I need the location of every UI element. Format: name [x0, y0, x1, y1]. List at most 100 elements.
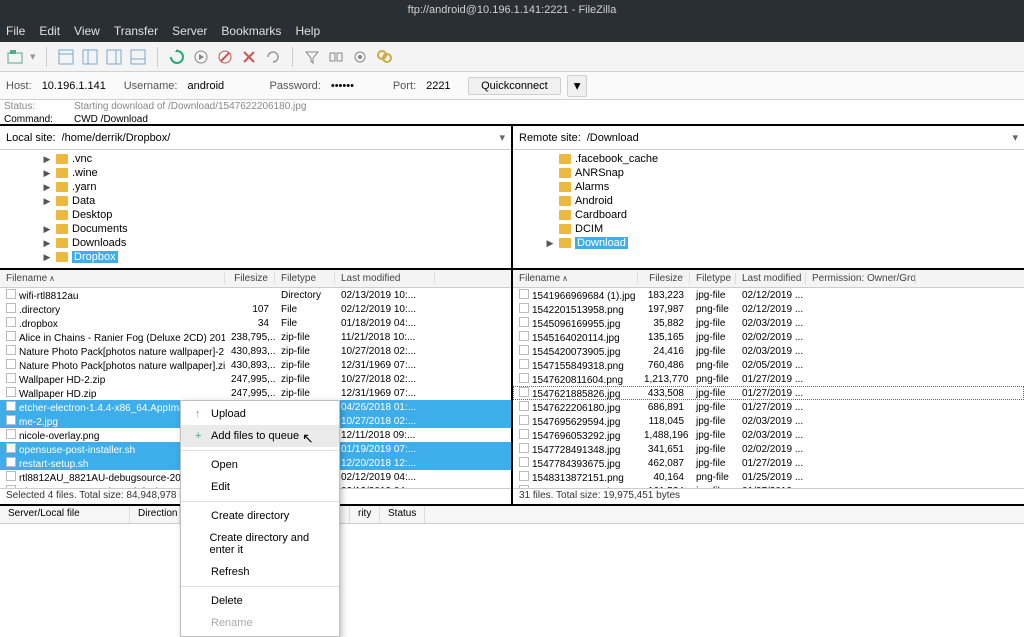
file-icon	[6, 317, 16, 327]
message-log[interactable]: Status:Starting download of /Download/15…	[0, 100, 1024, 126]
expand-arrow-icon[interactable]: ▶	[42, 154, 52, 165]
context-menu: ↑Upload+Add files to queue OpenEdit Create…	[180, 400, 340, 637]
quickconnect-history-dropdown[interactable]: ▾	[567, 75, 588, 97]
search-icon[interactable]	[375, 48, 393, 66]
context-menu-item[interactable]: Refresh	[181, 561, 339, 583]
local-tree[interactable]: ▶.vnc▶.wine▶.yarn▶DataDesktop▶Documents▶…	[0, 150, 511, 270]
file-row[interactable]: Wallpaper HD-2.zip247,995,...zip-file10/…	[0, 372, 511, 386]
file-row[interactable]: 1547621885826.jpg433,508jpg-file01/27/20…	[513, 386, 1024, 400]
context-menu-item[interactable]: +Add files to queue	[181, 425, 339, 447]
remote-file-list[interactable]: Filename∧ Filesize Filetype Last modifie…	[513, 270, 1024, 488]
expand-arrow-icon[interactable]: ▶	[42, 182, 52, 193]
toggle-remote-tree-icon[interactable]	[105, 48, 123, 66]
local-file-header[interactable]: Filename∧ Filesize Filetype Last modifie…	[0, 270, 511, 288]
sync-browse-icon[interactable]	[351, 48, 369, 66]
file-row[interactable]: 1547728491348.jpg341,651jpg-file02/02/20…	[513, 442, 1024, 456]
refresh-icon[interactable]	[168, 48, 186, 66]
remote-tree[interactable]: .facebook_cacheANRSnapAlarmsAndroidCardb…	[513, 150, 1024, 270]
context-menu-item[interactable]: Delete	[181, 590, 339, 612]
tree-item[interactable]: Alarms	[513, 180, 1024, 194]
file-row[interactable]: 1545096169955.jpg35,882jpg-file02/03/201…	[513, 316, 1024, 330]
file-row[interactable]: 1547695629594.jpg118,045jpg-file02/03/20…	[513, 414, 1024, 428]
file-row[interactable]: Nature Photo Pack[photos nature wallpape…	[0, 344, 511, 358]
file-row[interactable]: 1542201513958.png197,987png-file02/12/20…	[513, 302, 1024, 316]
file-row[interactable]: Alice in Chains - Ranier Fog (Deluxe 2CD…	[0, 330, 511, 344]
file-row[interactable]: 1547622206180.jpg686,891jpg-file01/27/20…	[513, 400, 1024, 414]
compare-icon[interactable]	[327, 48, 345, 66]
menu-edit[interactable]: Edit	[39, 24, 60, 38]
file-row[interactable]: 1545420073905.jpg24,416jpg-file02/03/201…	[513, 344, 1024, 358]
tree-item[interactable]: ▶Dropbox	[0, 250, 511, 264]
tree-item[interactable]: .facebook_cache	[513, 152, 1024, 166]
file-icon	[519, 387, 529, 397]
remote-path-dropdown-icon[interactable]: ▾	[1012, 131, 1018, 144]
toggle-local-tree-icon[interactable]	[81, 48, 99, 66]
tree-item[interactable]: ▶.wine	[0, 166, 511, 180]
site-manager-icon[interactable]	[6, 48, 24, 66]
folder-icon	[559, 168, 571, 178]
expand-arrow-icon[interactable]: ▶	[42, 196, 52, 207]
expand-arrow-icon[interactable]: ▶	[42, 238, 52, 249]
menu-server[interactable]: Server	[172, 24, 207, 38]
file-row[interactable]: wifi-rtl8812auDirectory02/13/2019 10:...	[0, 288, 511, 302]
filter-icon[interactable]	[303, 48, 321, 66]
reconnect-icon[interactable]	[264, 48, 282, 66]
tree-item[interactable]: Android	[513, 194, 1024, 208]
transfer-queue-header[interactable]: Server/Local file Direction Remot... rit…	[0, 506, 1024, 524]
context-menu-item[interactable]: Edit	[181, 476, 339, 498]
expand-arrow-icon[interactable]: ▶	[545, 238, 555, 249]
host-input[interactable]	[38, 78, 118, 94]
tree-item[interactable]: Cardboard	[513, 208, 1024, 222]
file-row[interactable]: Nature Photo Pack[photos nature wallpape…	[0, 358, 511, 372]
port-input[interactable]	[422, 78, 462, 94]
file-row[interactable]: 1541966969684 (1).jpg183,223jpg-file02/1…	[513, 288, 1024, 302]
menu-transfer[interactable]: Transfer	[114, 24, 158, 38]
tree-item[interactable]: ANRSnap	[513, 166, 1024, 180]
local-path-input[interactable]	[62, 132, 494, 144]
menu-bookmarks[interactable]: Bookmarks	[221, 24, 281, 38]
disconnect-icon[interactable]	[240, 48, 258, 66]
tree-item[interactable]: ▶.vnc	[0, 152, 511, 166]
remote-path-input[interactable]	[587, 132, 1007, 144]
tree-item[interactable]: DCIM	[513, 222, 1024, 236]
remote-file-header[interactable]: Filename∧ Filesize Filetype Last modifie…	[513, 270, 1024, 288]
tree-item[interactable]: Desktop	[0, 208, 511, 222]
file-row[interactable]: 1548313872151.png40,164png-file01/25/201…	[513, 470, 1024, 484]
context-menu-item[interactable]: Create directory and enter it	[181, 527, 339, 561]
tree-item[interactable]: ▶ Downloads	[0, 236, 511, 250]
file-row[interactable]: 1547696053292.jpg1,488,196jpg-file02/03/…	[513, 428, 1024, 442]
file-icon	[6, 429, 16, 439]
file-row[interactable]: 1547155849318.png760,486png-file02/05/20…	[513, 358, 1024, 372]
tree-item[interactable]: ▶Download	[513, 236, 1024, 250]
toggle-log-icon[interactable]	[57, 48, 75, 66]
context-menu-item[interactable]: ↑Upload	[181, 403, 339, 425]
file-row[interactable]: .directory107File02/12/2019 10:...	[0, 302, 511, 316]
tree-item[interactable]: ▶.yarn	[0, 180, 511, 194]
context-menu-item[interactable]: Open	[181, 454, 339, 476]
file-icon	[6, 415, 16, 425]
file-row[interactable]: 1547784393675.jpg462,087jpg-file01/27/20…	[513, 456, 1024, 470]
menu-file[interactable]: File	[6, 24, 25, 38]
file-row[interactable]: Wallpaper HD.zip247,995,...zip-file12/31…	[0, 386, 511, 400]
username-input[interactable]	[183, 78, 263, 94]
toggle-queue-icon[interactable]	[129, 48, 147, 66]
local-path-dropdown-icon[interactable]: ▾	[499, 131, 505, 144]
expand-arrow-icon[interactable]: ▶	[42, 252, 52, 263]
file-icon	[519, 289, 529, 299]
file-row[interactable]: 1547620811604.png1,213,770png-file01/27/…	[513, 372, 1024, 386]
process-queue-icon[interactable]	[192, 48, 210, 66]
menu-help[interactable]: Help	[295, 24, 320, 38]
menu-view[interactable]: View	[74, 24, 100, 38]
password-input[interactable]	[327, 78, 387, 94]
file-row[interactable]: 1545164020114.jpg135,165jpg-file02/02/20…	[513, 330, 1024, 344]
tree-item[interactable]: ▶Documents	[0, 222, 511, 236]
context-menu-item[interactable]: Create directory	[181, 505, 339, 527]
expand-arrow-icon[interactable]: ▶	[42, 224, 52, 235]
tree-label: Downloads	[72, 237, 126, 249]
tree-item[interactable]: ▶Data	[0, 194, 511, 208]
file-icon	[519, 415, 529, 425]
expand-arrow-icon[interactable]: ▶	[42, 168, 52, 179]
quickconnect-button[interactable]: Quickconnect	[468, 77, 561, 95]
file-row[interactable]: .dropbox34File01/18/2019 04:...	[0, 316, 511, 330]
cancel-icon[interactable]	[216, 48, 234, 66]
